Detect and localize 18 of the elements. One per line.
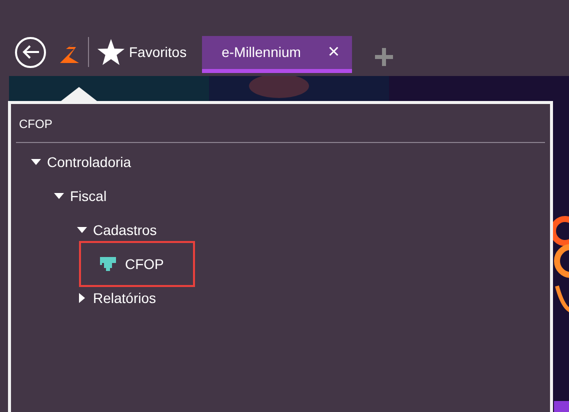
tree-folder-label[interactable]: Relatórios bbox=[93, 288, 156, 308]
star-icon bbox=[97, 39, 125, 65]
puzzle-piece-icon bbox=[99, 256, 117, 272]
tree-item[interactable]: CFOP bbox=[79, 241, 195, 287]
close-tab-button[interactable]: × bbox=[328, 42, 340, 62]
tree-toggle-icon[interactable] bbox=[31, 157, 41, 167]
favorites-button[interactable]: Favoritos bbox=[97, 39, 187, 65]
tree-toggle-icon[interactable] bbox=[77, 225, 87, 235]
tree-folder-label[interactable]: Fiscal bbox=[70, 186, 107, 206]
tree-folder-label[interactable]: Controladoria bbox=[47, 152, 132, 172]
new-tab-icon[interactable] bbox=[374, 48, 393, 66]
tree-folder-label[interactable]: Cadastros bbox=[93, 220, 157, 240]
tab[interactable]: e-Millennium × bbox=[202, 36, 352, 72]
back-button[interactable] bbox=[15, 36, 46, 68]
tree-toggle-icon[interactable] bbox=[77, 293, 87, 303]
panel-title: CFOP bbox=[19, 116, 52, 133]
left-arrow-icon bbox=[22, 45, 40, 59]
tree-toggle-icon[interactable] bbox=[54, 191, 64, 201]
